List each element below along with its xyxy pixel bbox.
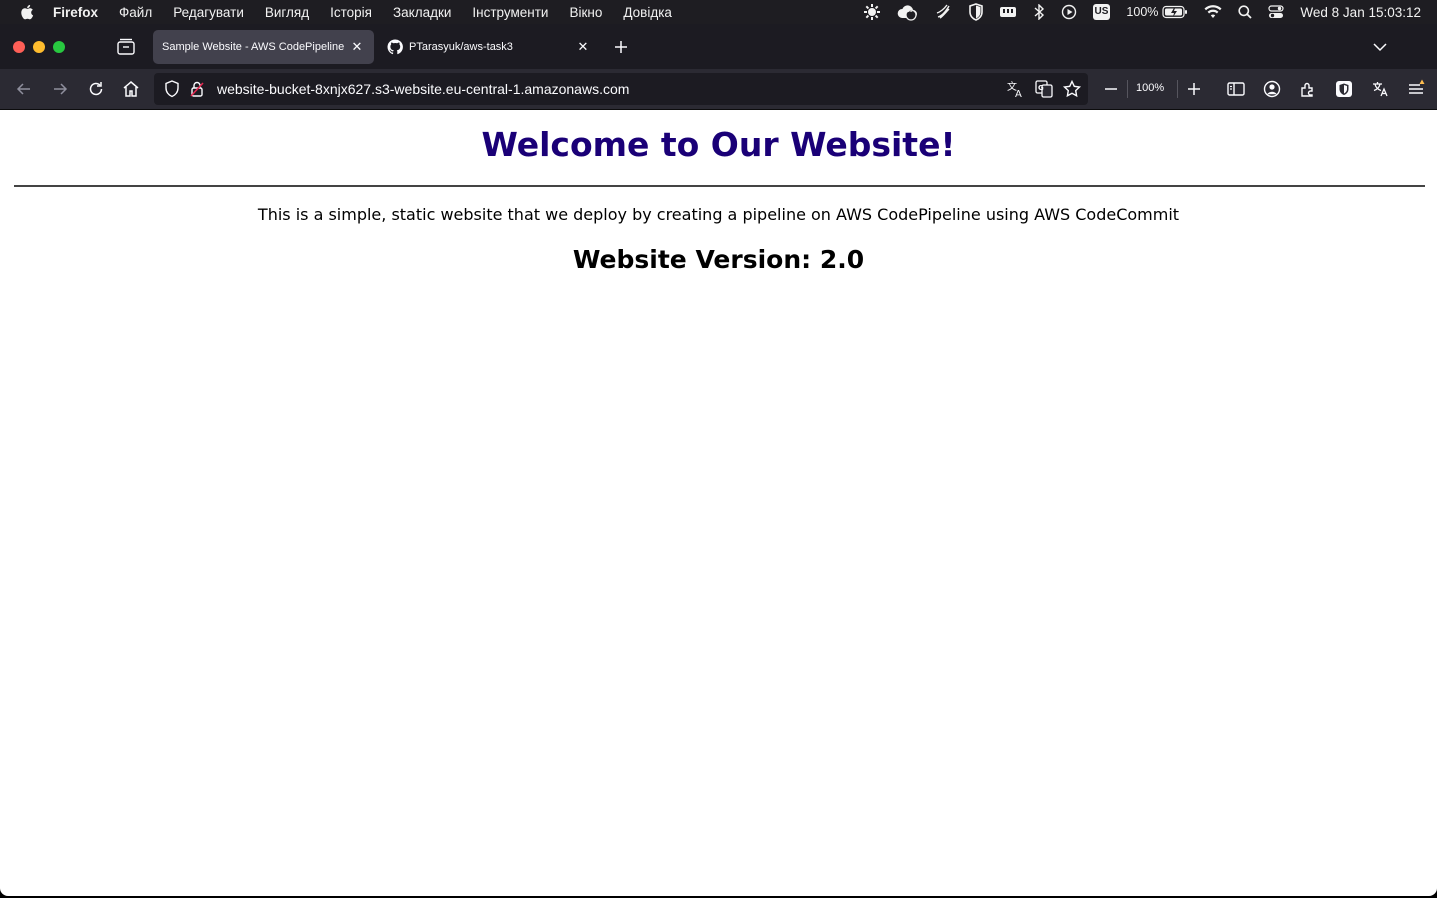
menu-tools[interactable]: Інструменти	[472, 5, 548, 20]
menu-edit[interactable]: Редагувати	[173, 5, 244, 20]
status-area: 11 US 100% Wed 8 Jan 15:03:12	[863, 0, 1437, 24]
navigation-toolbar: website-bucket-8xnjx627.s3-website.eu-ce…	[0, 69, 1437, 110]
svg-text:G: G	[1038, 84, 1044, 92]
cloud-notifications-icon[interactable]: 11	[897, 3, 919, 21]
google-translate-icon[interactable]: G	[1034, 79, 1054, 99]
window-controls	[13, 40, 73, 53]
battery-icon[interactable]	[1162, 5, 1188, 19]
github-icon	[387, 39, 403, 55]
spiral-app-icon[interactable]	[935, 3, 953, 21]
minimize-window-button[interactable]	[33, 40, 45, 53]
bookmark-star-icon[interactable]	[1062, 79, 1082, 99]
gear-sun-icon[interactable]	[863, 3, 881, 21]
translate-extension-icon[interactable]	[1370, 79, 1390, 99]
apple-menu-icon[interactable]	[20, 4, 34, 20]
tab-sample-website[interactable]: Sample Website - AWS CodePipeline ✕	[153, 30, 374, 64]
website-version-heading: Website Version: 2.0	[572, 245, 865, 274]
tracking-protection-shield-icon[interactable]	[162, 79, 182, 99]
battery-percent: 100%	[1126, 5, 1159, 19]
menu-bookmarks[interactable]: Закладки	[393, 5, 451, 20]
web-page-viewport: Welcome to Our Website! This is a simple…	[0, 110, 1437, 896]
insecure-lock-icon[interactable]	[188, 79, 208, 99]
spotlight-search-icon[interactable]	[1238, 5, 1253, 19]
tab-strip: Sample Website - AWS CodePipeline ✕ PTar…	[0, 24, 1437, 69]
menu-file[interactable]: Файл	[119, 5, 152, 20]
home-icon[interactable]	[121, 79, 141, 99]
wifi-icon[interactable]	[1204, 5, 1222, 19]
menu-view[interactable]: Вигляд	[265, 5, 309, 20]
back-arrow-icon[interactable]	[14, 79, 34, 99]
list-all-tabs-chevron-down-icon[interactable]	[1372, 40, 1388, 54]
zoom-out-minus-icon[interactable]	[1101, 79, 1121, 99]
url-text: website-bucket-8xnjx627.s3-website.eu-ce…	[217, 81, 630, 97]
menu-app-firefox[interactable]: Firefox	[53, 5, 98, 20]
tab-github-repo[interactable]: PTarasyuk/aws-task3 ✕	[379, 30, 600, 64]
sidebar-toggle-icon[interactable]	[1226, 79, 1246, 99]
zoom-window-button[interactable]	[53, 40, 65, 53]
keyboard-layout-icon[interactable]: US	[1092, 4, 1111, 20]
zoom-divider	[1127, 80, 1128, 98]
bitwarden-shield-icon[interactable]	[1334, 79, 1354, 99]
reload-icon[interactable]	[86, 79, 106, 99]
new-tab-plus-icon[interactable]	[612, 38, 630, 56]
control-center-icon[interactable]	[1268, 5, 1285, 19]
notification-count: 11	[906, 8, 913, 14]
close-window-button[interactable]	[13, 40, 25, 53]
svg-text:A: A	[1015, 89, 1022, 99]
zoom-divider	[1177, 80, 1178, 98]
close-tab-icon[interactable]: ✕	[346, 39, 368, 55]
page-heading: Welcome to Our Website!	[481, 125, 956, 164]
play-circle-icon[interactable]	[1061, 4, 1077, 20]
firefox-view-icon[interactable]	[116, 38, 136, 56]
tab-title: PTarasyuk/aws-task3	[409, 41, 513, 53]
shield-icon[interactable]	[968, 3, 983, 21]
horizontal-rule-divider	[14, 185, 1425, 187]
address-bar[interactable]: website-bucket-8xnjx627.s3-website.eu-ce…	[154, 73, 1088, 105]
page-description: This is a simple, static website that we…	[257, 205, 1180, 224]
zoom-in-plus-icon[interactable]	[1184, 79, 1204, 99]
zoom-level-reset[interactable]: 100%	[1136, 82, 1164, 94]
memory-chip-icon[interactable]	[999, 5, 1017, 19]
macos-menubar: Firefox Файл Редагувати Вигляд Історія З…	[0, 0, 1437, 24]
app-menu-hamburger-icon[interactable]	[1406, 79, 1426, 99]
close-tab-icon[interactable]: ✕	[572, 39, 594, 55]
menu-window[interactable]: Вікно	[569, 5, 602, 20]
extensions-puzzle-icon[interactable]	[1298, 79, 1318, 99]
tab-title: Sample Website - AWS CodePipeline	[162, 41, 345, 53]
translate-icon[interactable]: 文A	[1006, 79, 1026, 99]
account-avatar-icon[interactable]	[1262, 79, 1282, 99]
keyboard-layout-label: US	[1094, 6, 1109, 17]
menubar-clock[interactable]: Wed 8 Jan 15:03:12	[1300, 5, 1421, 20]
menu-help[interactable]: Довідка	[623, 5, 672, 20]
forward-arrow-icon[interactable]	[50, 79, 70, 99]
bluetooth-icon[interactable]	[1033, 4, 1045, 20]
menu-history[interactable]: Історія	[330, 5, 372, 20]
